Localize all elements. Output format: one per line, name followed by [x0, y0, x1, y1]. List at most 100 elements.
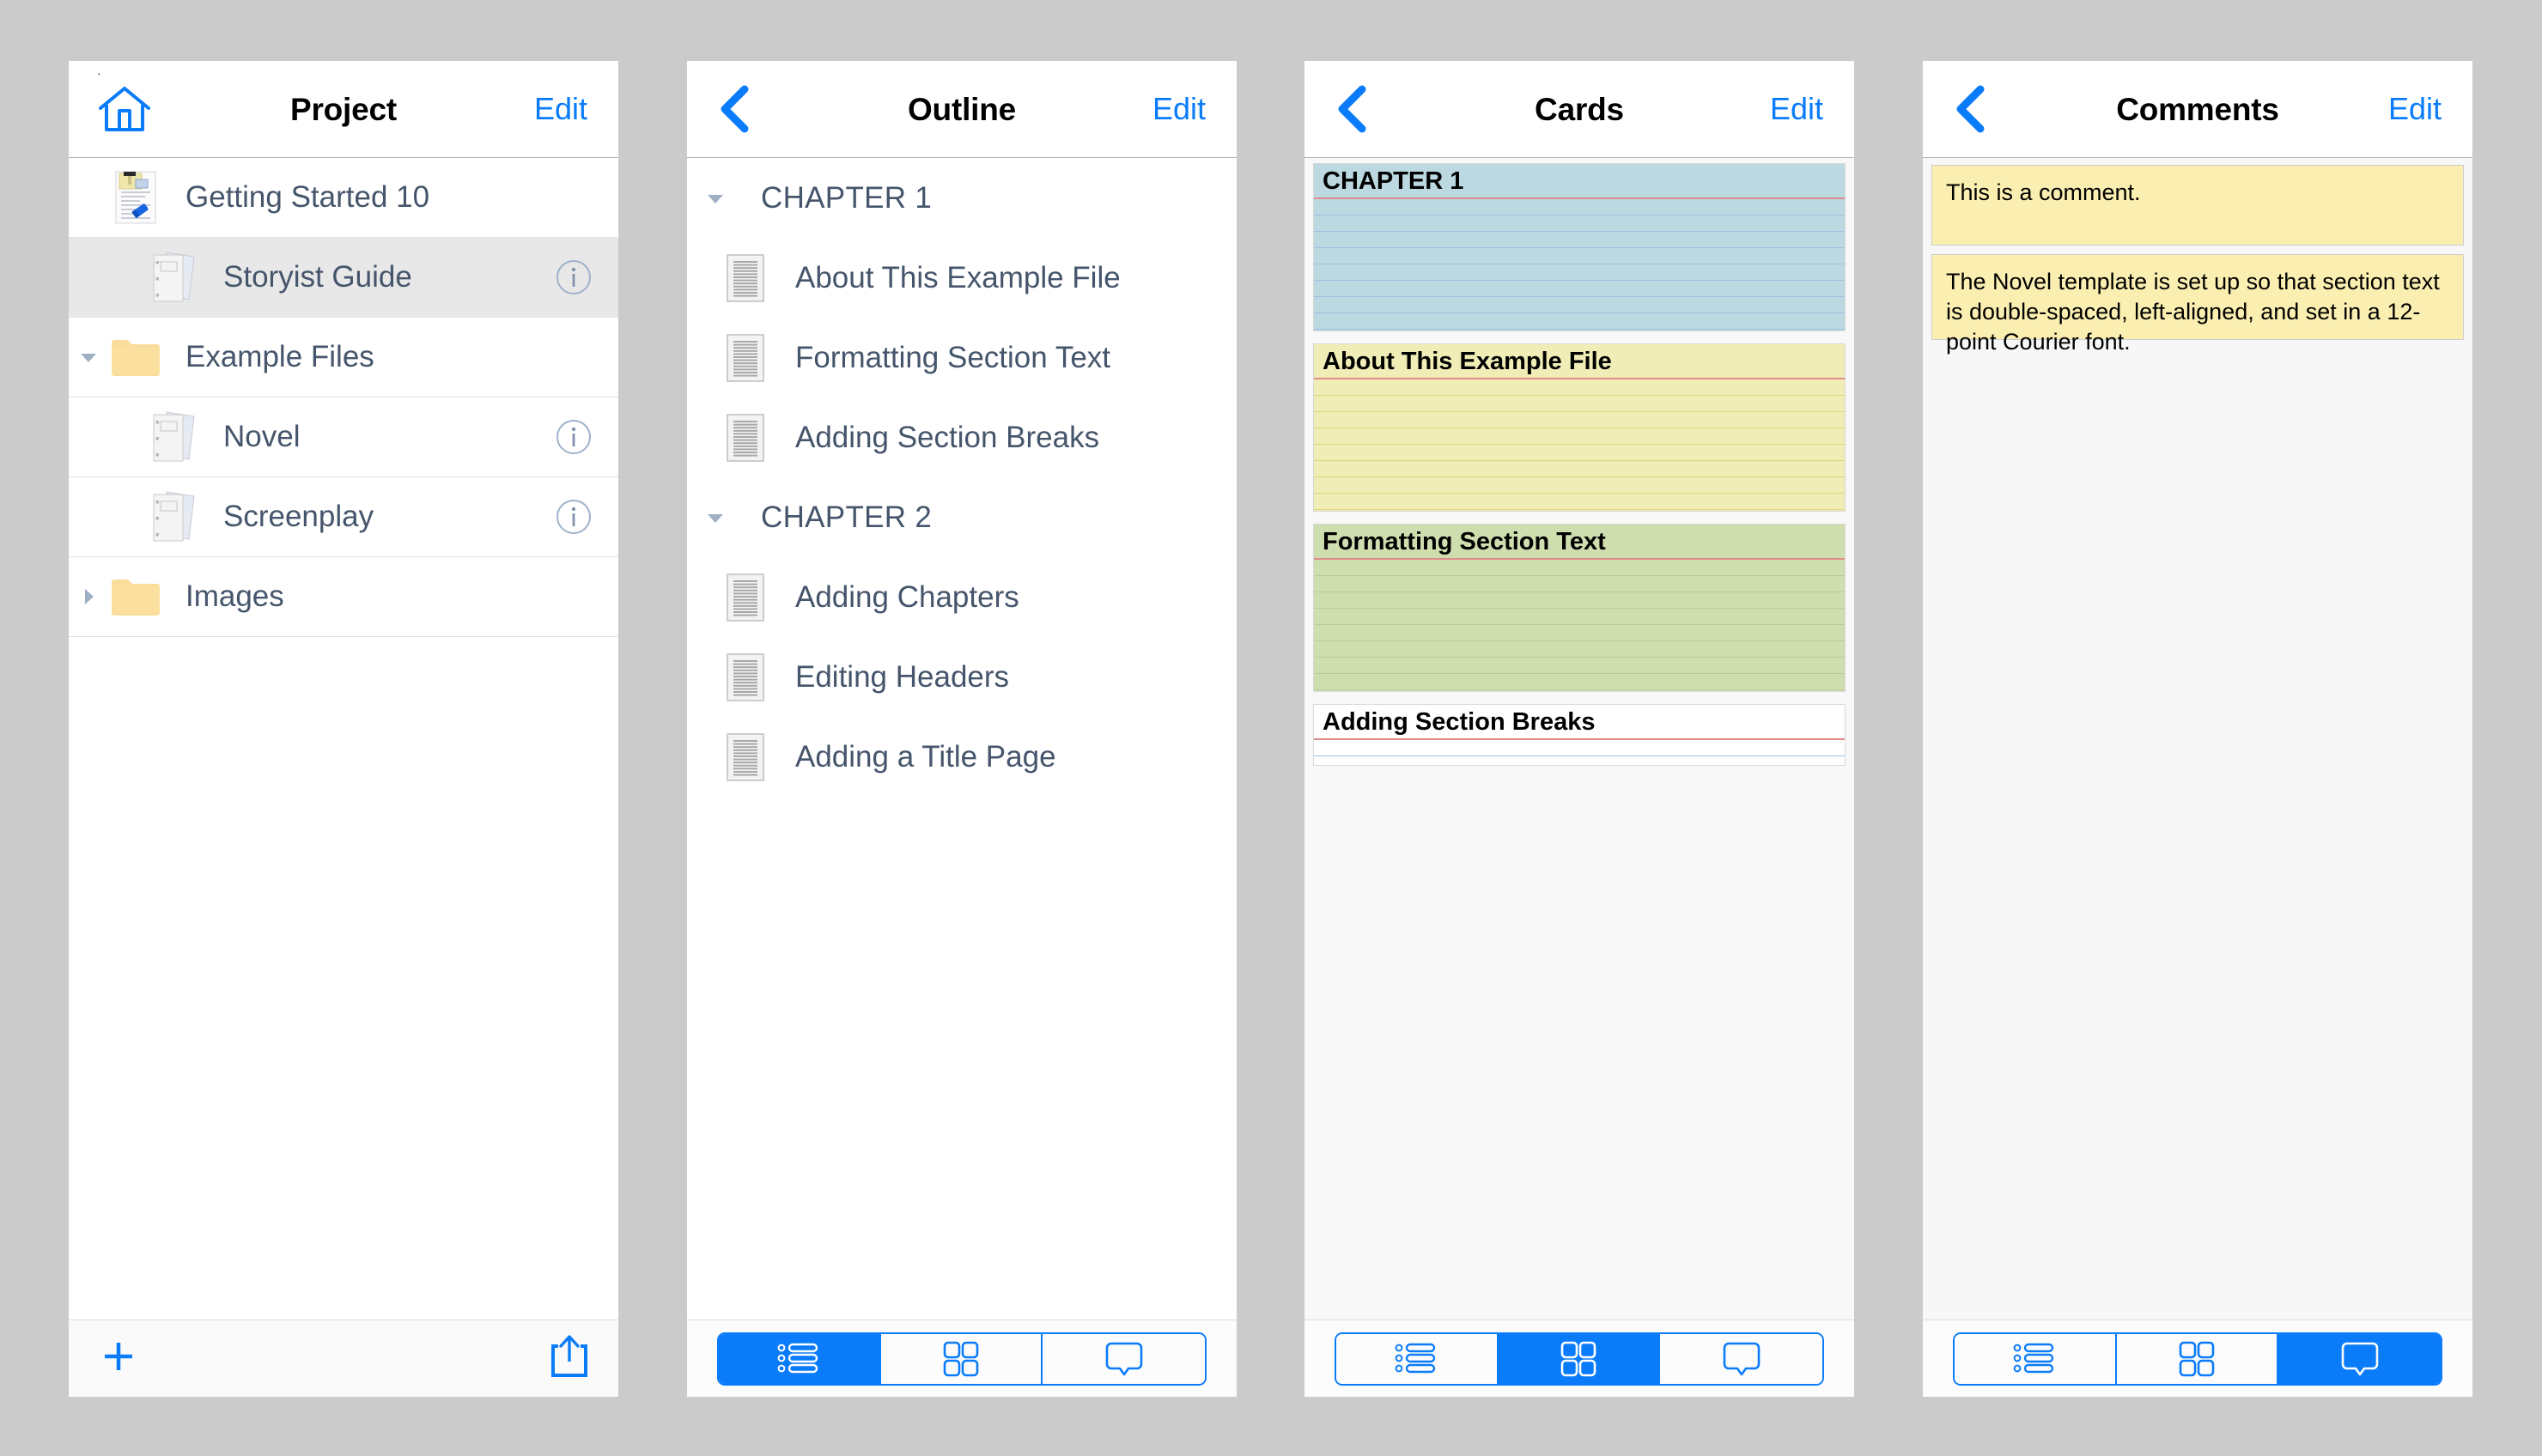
outline-item-label: Editing Headers — [795, 659, 1010, 694]
outline-item-row[interactable]: Adding Chapters — [687, 557, 1237, 637]
tree-row-label: Novel — [223, 420, 301, 453]
index-card-title: CHAPTER 1 — [1323, 167, 1464, 195]
view-mode-segmented-control[interactable] — [1335, 1332, 1824, 1386]
info-button[interactable] — [555, 258, 593, 296]
row-icon — [723, 652, 768, 702]
view-mode-segmented-control[interactable] — [717, 1332, 1207, 1386]
segment-grid[interactable] — [880, 1333, 1043, 1384]
add-button[interactable] — [98, 1336, 139, 1381]
row-icon — [723, 413, 768, 463]
segment-list[interactable] — [1955, 1333, 2117, 1384]
text-document-icon — [727, 573, 764, 622]
index-card[interactable]: About This Example File — [1313, 343, 1846, 512]
card-title-rule — [1314, 197, 1845, 199]
outline-item-row[interactable]: About This Example File — [687, 238, 1237, 318]
index-card[interactable]: Adding Section Breaks — [1313, 704, 1846, 766]
home-button[interactable] — [98, 79, 158, 139]
tree-row-label: Getting Started 10 — [185, 180, 430, 214]
back-button[interactable] — [1952, 79, 2012, 139]
row-icon — [108, 576, 163, 617]
segment-grid[interactable] — [1498, 1333, 1661, 1384]
tree-row[interactable]: Storyist Guide — [69, 238, 618, 318]
comment-note[interactable]: This is a comment. — [1931, 165, 2464, 246]
project-tree: Getting Started 10 Storyist Guide Example … — [69, 158, 618, 1320]
edit-button[interactable]: Edit — [1152, 91, 1206, 127]
outline-chapter-row[interactable]: CHAPTER 1 — [687, 158, 1237, 238]
card-title-rule — [1314, 378, 1845, 379]
index-card-title: Formatting Section Text — [1323, 528, 1606, 555]
comment-bubble-icon — [1105, 1342, 1142, 1375]
chevron-down-icon — [81, 354, 96, 362]
share-icon — [551, 1335, 587, 1377]
outline-item-row[interactable]: Formatting Section Text — [687, 318, 1237, 397]
disclosure-triangle[interactable] — [69, 585, 108, 608]
tree-row-label: Screenplay — [223, 500, 374, 533]
outline-item-label: Adding a Title Page — [795, 739, 1056, 774]
segment-list[interactable] — [1336, 1333, 1499, 1384]
view-mode-segmented-control[interactable] — [1953, 1332, 2442, 1386]
index-card-title: Adding Section Breaks — [1323, 708, 1596, 736]
outline-item-row[interactable]: Editing Headers — [687, 637, 1237, 717]
outline-segmented-bar — [687, 1320, 1237, 1397]
chevron-down-icon — [708, 194, 723, 203]
list-icon — [777, 1343, 818, 1373]
info-button[interactable] — [555, 498, 593, 536]
tree-row[interactable]: Images — [69, 557, 618, 637]
edit-button[interactable]: Edit — [2388, 91, 2442, 127]
info-button[interactable] — [555, 418, 593, 456]
disclosure-triangle[interactable] — [696, 187, 735, 209]
edit-button[interactable]: Edit — [1770, 91, 1823, 127]
outline-item-label: Adding Section Breaks — [795, 420, 1100, 454]
segment-comment-bubble[interactable] — [2278, 1333, 2441, 1384]
manuscript-pages-icon — [153, 411, 195, 462]
tree-row[interactable]: Getting Started 10 — [69, 158, 618, 238]
tree-row[interactable]: Example Files — [69, 318, 618, 397]
tree-row-label: Storyist Guide — [223, 260, 412, 294]
outline-panel: Outline Edit CHAPTER 1 About This Example… — [687, 61, 1237, 1397]
index-card[interactable]: CHAPTER 1 — [1313, 163, 1846, 331]
list-filler — [69, 637, 618, 639]
outline-item-row[interactable]: Adding a Title Page — [687, 717, 1237, 797]
document-with-note-icon — [115, 171, 156, 224]
cards-navbar: Cards Edit — [1304, 61, 1854, 158]
screenshot-root: ' Project Edit Getting Started 10 Storyis… — [0, 0, 2542, 1456]
disclosure-triangle[interactable] — [696, 507, 735, 529]
comment-bubble-icon — [2341, 1342, 2378, 1375]
back-button[interactable] — [716, 79, 776, 139]
manuscript-pages-icon — [153, 491, 195, 542]
outline-item-label: About This Example File — [795, 260, 1121, 294]
segment-comment-bubble[interactable] — [1660, 1333, 1822, 1384]
outline-chapter-row[interactable]: CHAPTER 2 — [687, 477, 1237, 557]
segment-list[interactable] — [719, 1333, 881, 1384]
comment-list: This is a comment. The Novel template is … — [1923, 158, 2472, 1320]
tree-row-label: Example Files — [185, 340, 374, 373]
chevron-left-icon — [1956, 85, 1985, 133]
cards-segmented-bar — [1304, 1320, 1854, 1397]
outline-list: CHAPTER 1 About This Example File Formatti… — [687, 158, 1237, 1320]
index-card[interactable]: Formatting Section Text — [1313, 524, 1846, 692]
share-button[interactable] — [550, 1334, 589, 1383]
segment-grid[interactable] — [2116, 1333, 2279, 1384]
row-icon — [723, 253, 768, 303]
disclosure-triangle[interactable] — [69, 346, 108, 368]
row-icon — [146, 489, 201, 544]
index-card-title: About This Example File — [1323, 348, 1612, 375]
outline-item-row[interactable]: Adding Section Breaks — [687, 397, 1237, 477]
manuscript-pages-icon — [153, 252, 195, 302]
folder-icon — [112, 340, 160, 376]
back-button[interactable] — [1334, 79, 1394, 139]
list-icon — [2013, 1343, 2054, 1373]
comments-panel: Comments Edit This is a comment. The Nove… — [1923, 61, 2472, 1397]
tree-row[interactable]: Screenplay — [69, 477, 618, 557]
tree-row-label: Images — [185, 579, 284, 613]
segment-comment-bubble[interactable] — [1043, 1333, 1205, 1384]
tree-row[interactable]: Novel — [69, 397, 618, 477]
comment-note[interactable]: The Novel template is set up so that sec… — [1931, 254, 2464, 355]
grid-icon — [943, 1341, 979, 1376]
list-icon — [1395, 1343, 1436, 1373]
outline-navbar: Outline Edit — [687, 61, 1237, 158]
edit-button[interactable]: Edit — [534, 91, 587, 127]
row-icon — [146, 410, 201, 464]
chevron-down-icon — [708, 513, 723, 523]
grid-icon — [1560, 1341, 1596, 1376]
